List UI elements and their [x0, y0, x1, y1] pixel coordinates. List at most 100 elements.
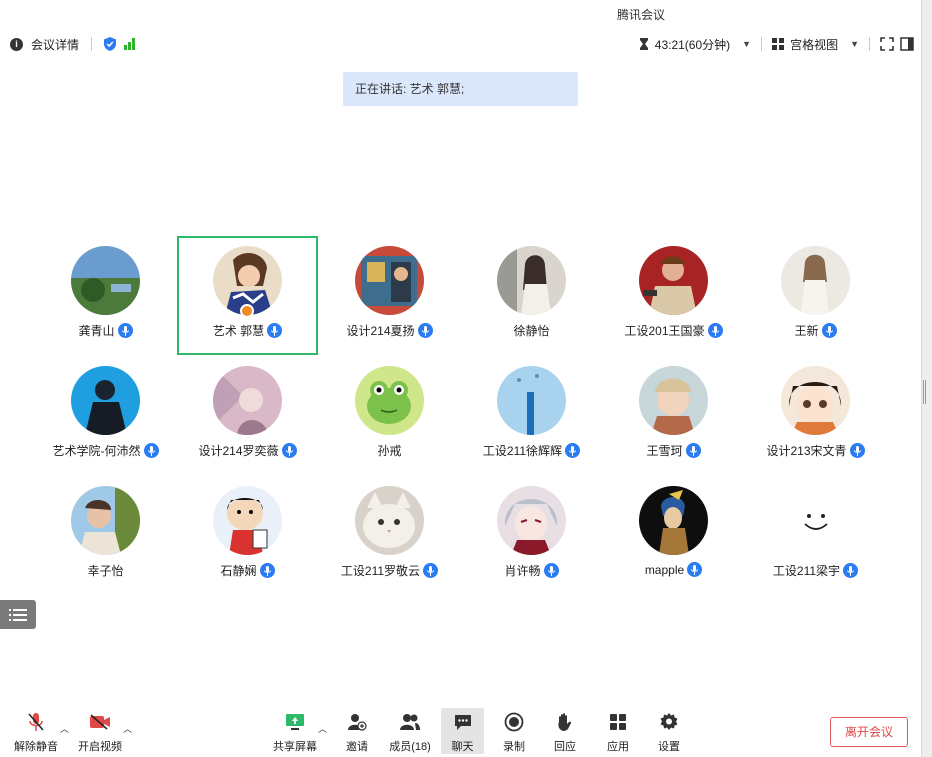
avatar [71, 366, 140, 435]
participant-tile[interactable]: 设计213宋文青 [745, 356, 886, 475]
avatar [639, 366, 708, 435]
leave-meeting-button[interactable]: 离开会议 [830, 717, 908, 747]
invite-label: 邀请 [346, 741, 368, 753]
shield-icon[interactable] [104, 37, 117, 51]
chevron-up-icon[interactable]: ︿ [60, 722, 69, 735]
participant-name: 徐静怡 [513, 324, 550, 338]
signal-icon[interactable] [124, 38, 136, 50]
avatar [355, 366, 424, 435]
participant-tile-active[interactable]: 艺术 郭慧 [177, 236, 318, 355]
share-screen-icon [284, 712, 306, 732]
participant-name: 王雪珂 [646, 444, 683, 458]
participant-tile[interactable]: 王雪珂 [603, 356, 744, 475]
add-user-icon [346, 712, 368, 732]
chevron-up-icon[interactable]: ︿ [123, 722, 132, 735]
apps-button[interactable]: 应用 [594, 708, 642, 754]
participant-tile[interactable]: 徐静怡 [461, 236, 602, 355]
list-toggle-button[interactable] [0, 600, 36, 629]
chat-label: 聊天 [451, 741, 474, 753]
chat-button[interactable]: 聊天 [441, 708, 484, 754]
record-icon [503, 712, 525, 732]
record-button[interactable]: 录制 [490, 708, 538, 754]
mic-icon [267, 323, 283, 338]
participant-name: 工设211梁宇 [772, 564, 841, 578]
avatar [71, 246, 140, 315]
share-screen-button[interactable]: 共享屏幕 [271, 708, 319, 754]
avatar [781, 486, 850, 555]
participant-name: 石静娴 [220, 564, 257, 578]
record-label: 录制 [503, 741, 525, 753]
participant-tile[interactable]: 孙戒 [319, 356, 460, 475]
unmute-label: 解除静音 [14, 741, 58, 753]
sidebar-toggle-icon[interactable] [900, 37, 914, 51]
settings-button[interactable]: 设置 [645, 708, 693, 754]
participant-tile[interactable]: 工设211梁宇 [745, 476, 886, 595]
participant-tile[interactable]: 幸子怡 [35, 476, 176, 595]
start-video-label: 开启视频 [78, 741, 122, 753]
mic-icon [423, 563, 439, 578]
mic-icon [707, 323, 723, 338]
members-label: 成员(18) [389, 741, 431, 753]
start-video-button[interactable]: 开启视频 [76, 708, 124, 754]
avatar [781, 366, 850, 435]
avatar [639, 246, 708, 315]
mic-icon [117, 323, 133, 338]
host-badge [240, 304, 254, 318]
participant-tile[interactable]: 工设211徐辉辉 [461, 356, 602, 475]
camera-off-icon [89, 712, 111, 732]
meeting-timer[interactable]: 43:21(60分钟) [655, 36, 730, 53]
resize-handle[interactable] [923, 380, 926, 404]
participant-name: 工设211徐辉辉 [482, 444, 563, 458]
chevron-down-icon[interactable]: ▼ [850, 39, 859, 49]
mic-icon [849, 443, 865, 458]
participant-name: 肖许畅 [504, 564, 541, 578]
view-mode-button[interactable]: 宫格视图 [790, 36, 838, 53]
mic-icon [281, 443, 297, 458]
participant-tile[interactable]: mapple [603, 476, 744, 595]
participant-name: 幸子怡 [87, 564, 124, 578]
participant-tile[interactable]: 肖许畅 [461, 476, 602, 595]
avatar [355, 246, 424, 315]
info-icon[interactable]: i [10, 37, 23, 51]
reaction-label: 回应 [554, 741, 576, 753]
grid-view-icon[interactable] [772, 38, 785, 50]
members-button[interactable]: 成员(18) [384, 708, 436, 754]
meeting-info-button[interactable]: 会议详情 [31, 36, 79, 53]
participant-name: 龚青山 [78, 324, 115, 338]
avatar [213, 486, 282, 555]
participant-tile[interactable]: 设计214夏扬 [319, 236, 460, 355]
settings-label: 设置 [658, 741, 680, 753]
mic-icon [259, 563, 275, 578]
title-bar: 腾讯会议 [0, 0, 922, 30]
top-toolbar: i 会议详情 43:21(60分钟) ▼ 宫格视图 ▼ [0, 30, 922, 58]
participant-name: 艺术 郭慧 [212, 324, 265, 338]
mic-icon [843, 563, 859, 578]
participant-tile[interactable]: 石静娴 [177, 476, 318, 595]
side-panel-edge[interactable] [922, 0, 932, 757]
hourglass-icon [639, 38, 648, 50]
participant-tile[interactable]: 龚青山 [35, 236, 176, 355]
participant-tile[interactable]: 王新 [745, 236, 886, 355]
participant-name: 孙戒 [377, 444, 402, 458]
avatar [497, 486, 566, 555]
participant-name: mapple [644, 562, 685, 577]
meeting-window: 腾讯会议 i 会议详情 43:21(60分钟) ▼ 宫格视图 ▼ 正在讲话: 艺… [0, 0, 922, 757]
avatar [497, 366, 566, 435]
mic-icon [685, 443, 701, 458]
chat-icon [452, 712, 474, 732]
fullscreen-icon[interactable] [880, 37, 894, 51]
participant-tile[interactable]: 设计214罗奕薇 [177, 356, 318, 475]
reaction-button[interactable]: 回应 [541, 708, 589, 754]
chevron-up-icon[interactable]: ︿ [318, 722, 327, 735]
mic-icon [417, 323, 433, 338]
participant-tile[interactable]: 工设201王国豪 [603, 236, 744, 355]
divider [869, 37, 870, 51]
participant-tile[interactable]: 艺术学院-何沛然 [35, 356, 176, 475]
participant-name: 工设211罗敬云 [340, 564, 421, 578]
hand-icon [554, 712, 576, 732]
chevron-down-icon[interactable]: ▼ [742, 39, 751, 49]
participant-tile[interactable]: 工设211罗敬云 [319, 476, 460, 595]
mic-icon [687, 562, 703, 577]
invite-button[interactable]: 邀请 [333, 708, 381, 754]
unmute-button[interactable]: 解除静音 [12, 708, 60, 754]
